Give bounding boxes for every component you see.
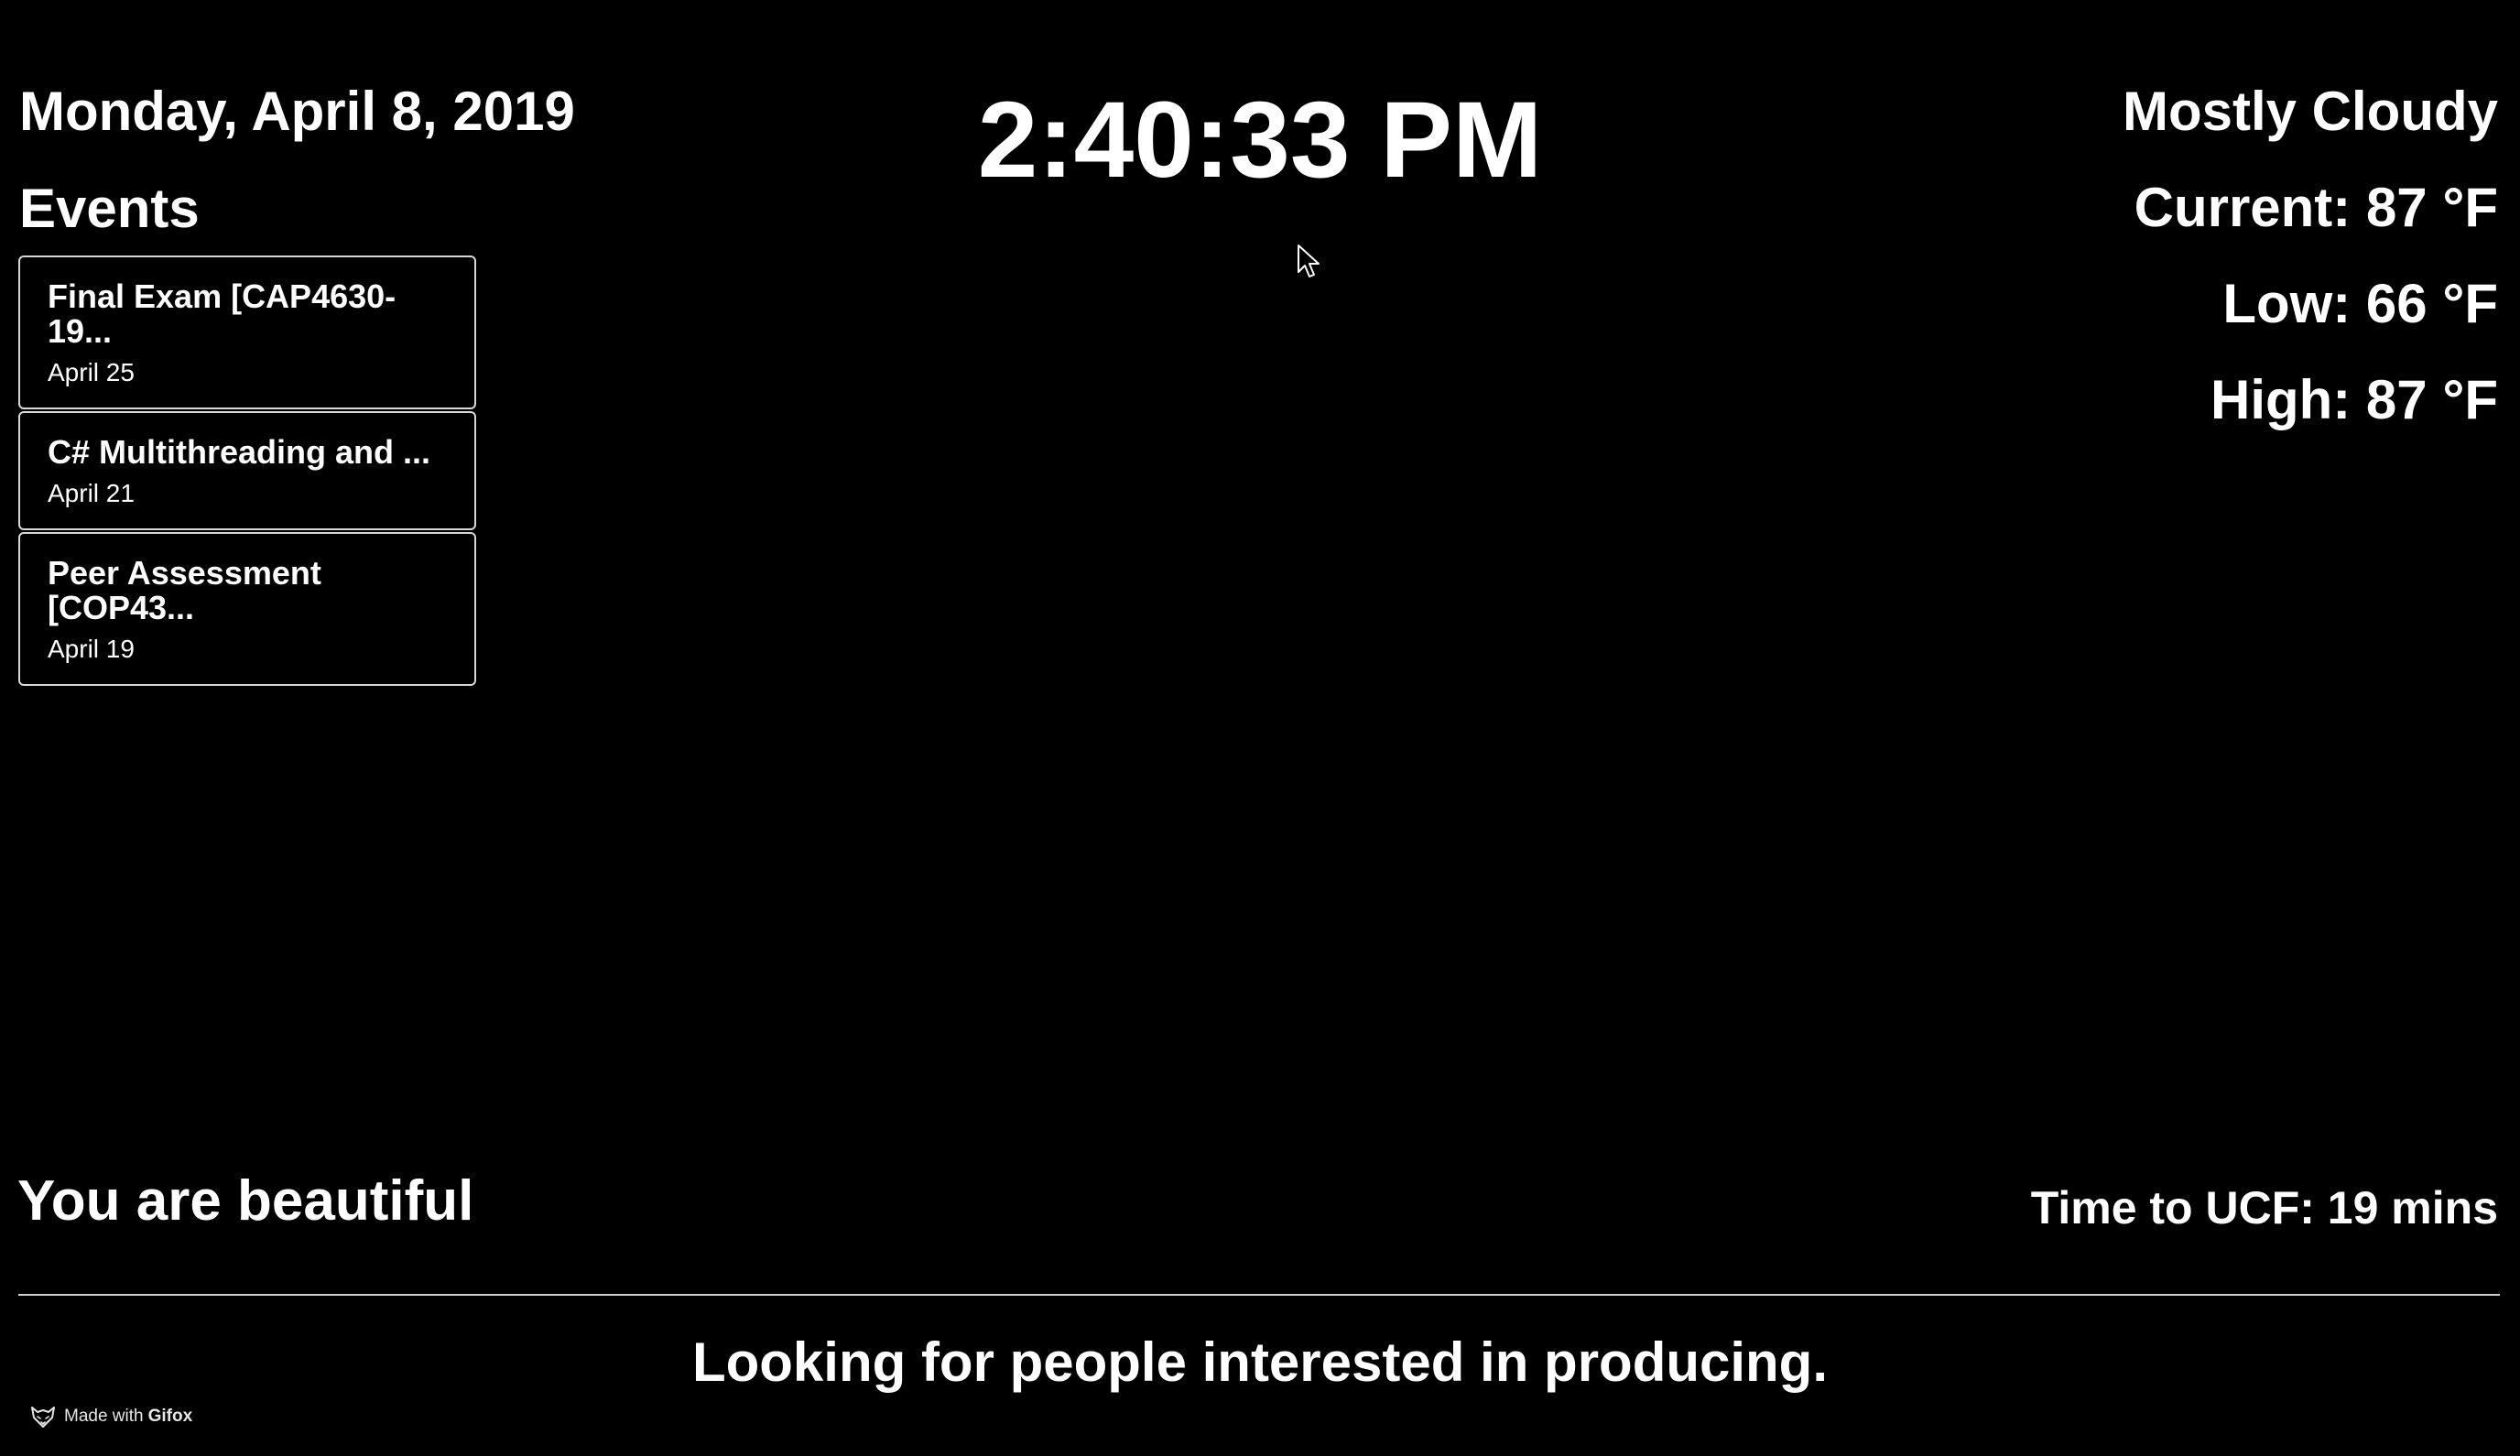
weather-low-temp: Low: 66 °F	[2222, 273, 2498, 334]
watermark-brand: Gifox	[147, 1407, 193, 1426]
event-card: Final Exam [CAP4630- 19... April 25	[18, 255, 476, 409]
event-card: C# Multithreading and ... April 21	[18, 411, 476, 530]
event-title: Peer Assessment [COP43...	[48, 554, 321, 626]
weather-current-temp: Current: 87 °F	[2134, 177, 2498, 238]
news-headline: Looking for people interested in produci…	[691, 1331, 1829, 1393]
event-title: Final Exam [CAP4630- 19...	[48, 277, 396, 350]
mouse-pointer-icon	[1298, 244, 1320, 277]
event-date: April 19	[48, 635, 135, 663]
gifox-watermark: Made with Gifox	[29, 1403, 192, 1430]
weather-panel: Mostly Cloudy Current: 87 °F Low: 66 °F …	[2123, 79, 2498, 463]
commute-time: Time to UCF: 19 mins	[2030, 1182, 2498, 1233]
event-list: Final Exam [CAP4630- 19... April 25 C# M…	[18, 255, 476, 688]
news-divider	[18, 1294, 2500, 1296]
event-date: April 21	[48, 479, 135, 507]
event-title: C# Multithreading and ...	[48, 433, 431, 471]
compliment-text: You are beautiful	[17, 1169, 474, 1233]
event-date: April 25	[48, 358, 135, 386]
watermark-prefix: Made with	[64, 1407, 144, 1426]
fox-logo-icon	[31, 1407, 55, 1428]
magic-mirror-screen: Monday, April 8, 2019 Events Final Exam …	[0, 0, 2520, 1456]
weather-condition: Mostly Cloudy	[2122, 81, 2498, 142]
event-card: Peer Assessment [COP43... April 19	[18, 532, 476, 686]
weather-high-temp: High: 87 °F	[2210, 369, 2498, 430]
